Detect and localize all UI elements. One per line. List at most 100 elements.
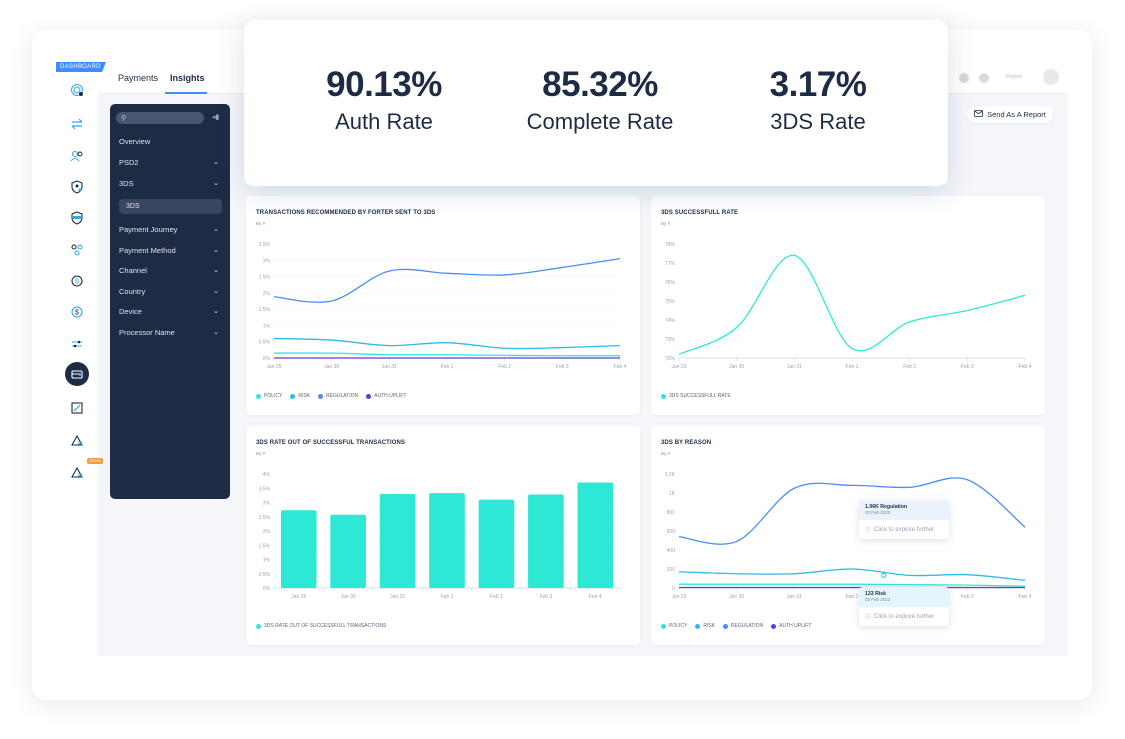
x-tick-label: Feb 2 (490, 594, 503, 600)
chevron-down-icon[interactable]: ⌄ (213, 286, 219, 298)
chevron-down-icon[interactable]: ⌄ (213, 327, 219, 339)
chart-plot: 0% 0.5% 1% 1.5% 2% 2.5% 3% 3.5% 4% Jan 29 Jan 30 Ja… (259, 472, 621, 600)
sidebar-item-processor-name[interactable]: Processor Name ⌄ (119, 327, 221, 339)
help-icon[interactable] (959, 73, 969, 83)
search-icon: ⚲ (121, 115, 127, 122)
card-report-icon[interactable] (65, 362, 89, 386)
users-icon[interactable] (68, 147, 86, 165)
chevron-down-icon[interactable]: ⌄ (213, 306, 219, 318)
legend-label: 3DS RATE OUT OF SUCCESSFULL TRANSACTIONS (264, 623, 387, 629)
tooltip-risk[interactable]: 133 Risk 02 Feb 2022 ⓘ Click to explore fu… (859, 587, 949, 626)
triangle-ruler-icon[interactable] (68, 431, 86, 449)
legend-item[interactable]: REGULATION (318, 393, 358, 399)
chart-doc-icon[interactable] (68, 399, 86, 417)
tab-payments[interactable]: Payments (118, 73, 158, 83)
x-tick-label: Feb 2 (903, 364, 916, 370)
legend-item[interactable]: REGULATION (723, 623, 763, 629)
y-tick-label: 1.2K (665, 472, 676, 478)
tab-insights[interactable]: Insights (170, 73, 205, 83)
legend-item[interactable]: RISK (290, 393, 310, 399)
transfer-icon[interactable] (68, 115, 86, 133)
user-menu[interactable]: Shaked (1005, 74, 1022, 80)
legend-item[interactable]: AUTH UPLIFT (771, 623, 811, 629)
sidebar-item-channel[interactable]: Channel ⌄ (119, 265, 221, 277)
shield-user-icon[interactable] (68, 178, 86, 196)
y-tick-label: 200 (667, 567, 676, 573)
x-tick-label: Jan 31 (390, 594, 405, 600)
chevron-down-icon[interactable]: ⌄ (213, 178, 219, 190)
chevron-down-icon[interactable]: ⌄ (213, 224, 219, 236)
chart-subtitle: By # (256, 221, 266, 226)
sidebar-item-payment-method[interactable]: Payment Method ⌄ (119, 245, 221, 257)
y-tick-label: 1% (263, 323, 271, 329)
y-tick-label: 0.5% (259, 340, 271, 346)
avatar[interactable] (1043, 69, 1059, 85)
svg-text:$: $ (75, 279, 79, 286)
y-tick-label: 75% (665, 299, 676, 305)
send-report-button[interactable]: Send As A Report (967, 106, 1053, 123)
sidebar-item-device[interactable]: Device ⌄ (119, 306, 221, 318)
sidebar-subitem-3ds[interactable]: 3DS (119, 199, 222, 214)
chart-legend: POLICY RISK REGULATION AUTH UPLIFT (661, 623, 811, 629)
notifications-icon[interactable] (979, 73, 989, 83)
triangle-ruler-soon-icon[interactable]: SOON (68, 458, 103, 481)
series-line-regulation (273, 258, 621, 303)
sidebar-item-overview[interactable]: Overview (119, 136, 221, 148)
legend-item[interactable]: POLICY (256, 393, 282, 399)
kpi-auth-rate: 90.13% Auth Rate (284, 65, 484, 135)
legend-item[interactable]: AUTH UPLIFT (366, 393, 406, 399)
tooltip-action[interactable]: Click to explore further (874, 527, 934, 533)
y-tick-label: 3.5% (259, 242, 271, 248)
bar (330, 514, 366, 588)
chart-legend: POLICY RISK REGULATION AUTH UPLIFT (256, 393, 406, 399)
tooltip-action[interactable]: Click to explore further (874, 614, 934, 620)
sidebar-item-country[interactable]: Country ⌄ (119, 286, 221, 298)
x-tick-label: Feb 1 (441, 594, 454, 600)
y-tick-label: 2% (263, 291, 271, 297)
sidebar-item-psd2[interactable]: PSD2 ⌄ (119, 157, 221, 169)
collapse-sidebar-icon[interactable]: ◂▮ (212, 113, 219, 121)
legend-label: RISK (298, 393, 311, 399)
chevron-down-icon[interactable]: ⌄ (213, 245, 219, 257)
y-tick-label: 4% (263, 472, 271, 478)
tooltip-regulation[interactable]: 1.06K Regulation 02 Feb 2022 ⓘ Click to ex… (859, 500, 949, 539)
legend-label: POLICY (264, 393, 283, 399)
send-report-label: Send As A Report (987, 110, 1046, 119)
x-tick-label: Feb 4 (1019, 364, 1032, 370)
legend-swatch (318, 393, 324, 399)
x-tick-label: Jan 29 (671, 364, 686, 370)
legend-item[interactable]: 3DS SUCCESSFULL RATE (661, 393, 731, 399)
shield-card-icon[interactable] (68, 209, 86, 227)
y-tick-label: 2.5% (259, 275, 271, 281)
sliders-icon[interactable] (68, 335, 86, 353)
dollar-refresh-icon[interactable]: $ (68, 272, 86, 290)
series-line-policy (273, 352, 621, 357)
chevron-down-icon[interactable]: ⌄ (213, 157, 219, 169)
chart-card-3ds-successful-rate: 72% 73% 74% 75% 76% 77% 78% Jan 29 Jan 30 Jan 31 F… (651, 196, 1045, 415)
x-tick-label: Feb 3 (961, 364, 974, 370)
series-line-risk (678, 568, 1026, 582)
flow-icon[interactable] (68, 241, 86, 259)
x-tick-label: Jan 29 (266, 364, 281, 370)
sidebar-item-payment-journey[interactable]: Payment Journey ⌄ (119, 224, 221, 236)
sidebar-item-label: PSD2 (119, 158, 139, 167)
sidebar-item-label: Channel (119, 266, 147, 275)
sidebar-search-input[interactable] (116, 112, 204, 124)
dollar-cycle-icon[interactable]: $ (68, 303, 86, 321)
legend-swatch (695, 623, 701, 629)
y-tick-label: 1% (263, 558, 271, 564)
sidebar-item-3ds[interactable]: 3DS ⌄ (119, 178, 221, 190)
sidebar-item-label: Payment Method (119, 246, 176, 255)
chart-card-3ds-rate-successful: 0% 0.5% 1% 1.5% 2% 2.5% 3% 3.5% 4% Jan 29 Jan 30 Ja… (246, 426, 640, 645)
legend-item[interactable]: 3DS RATE OUT OF SUCCESSFULL TRANSACTIONS (256, 623, 386, 629)
bar (280, 510, 317, 588)
x-tick-label: Feb 2 (498, 364, 511, 370)
legend-item[interactable]: RISK (695, 623, 715, 629)
svg-text:$: $ (75, 310, 79, 317)
fingerprint-icon[interactable] (68, 81, 86, 99)
legend-swatch (256, 623, 261, 629)
legend-item[interactable]: POLICY (661, 623, 687, 629)
chevron-down-icon[interactable]: ⌄ (213, 265, 219, 277)
legend-swatch (256, 393, 261, 399)
kpi-value: 85.32% (542, 65, 658, 104)
